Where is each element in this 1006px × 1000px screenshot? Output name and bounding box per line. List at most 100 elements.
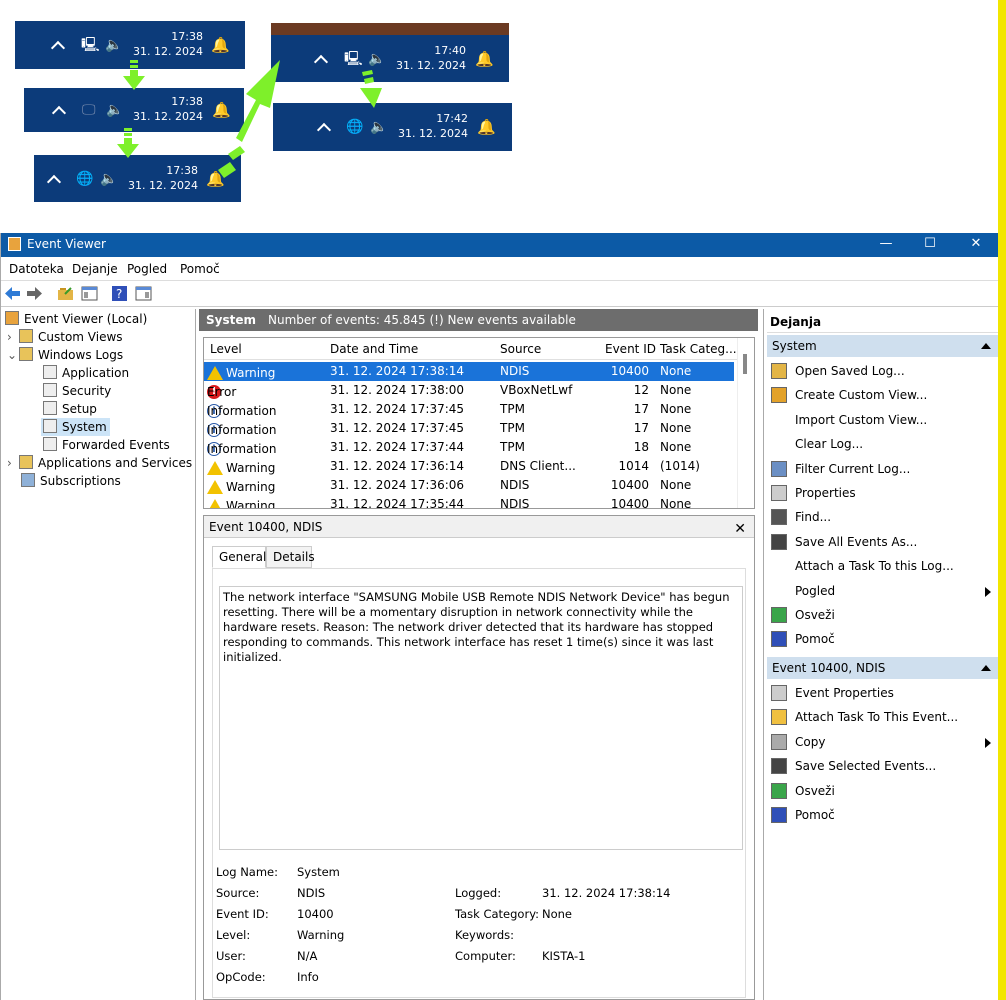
tree-applications-services[interactable]: › Applications and Services Lo xyxy=(7,454,195,472)
col-date[interactable]: Date and Time xyxy=(330,342,418,356)
event-row[interactable]: Warning 31. 12. 2024 17:36:14 DNS Client..… xyxy=(204,457,734,476)
action-item[interactable]: Properties xyxy=(767,481,999,505)
action-item[interactable]: Import Custom View... xyxy=(767,408,999,432)
action-item[interactable]: Save Selected Events... xyxy=(767,754,999,778)
minimize-button[interactable]: — xyxy=(863,233,909,257)
expand-chevron-icon[interactable]: › xyxy=(7,454,19,472)
value-logged: 31. 12. 2024 17:38:14 xyxy=(542,886,671,900)
col-event-id[interactable]: Event ID xyxy=(605,342,656,356)
action-item[interactable]: Attach a Task To this Log... xyxy=(767,554,999,578)
label-computer: Computer: xyxy=(455,949,516,963)
tree-log-security[interactable]: Security xyxy=(43,382,111,400)
menu-pomoc[interactable]: Pomoč xyxy=(180,262,220,276)
action-item[interactable]: Save All Events As... xyxy=(767,530,999,554)
arrow-3-dash1 xyxy=(218,162,236,178)
action-item[interactable]: Create Custom View... xyxy=(767,383,999,407)
col-level[interactable]: Level xyxy=(210,342,242,356)
cell-source: TPM xyxy=(500,440,525,454)
cell-task: None xyxy=(660,497,692,509)
tree-log-application[interactable]: Application xyxy=(43,364,129,382)
action-item[interactable]: Pogled xyxy=(767,579,999,603)
collapse-chevron-icon[interactable]: ⌄ xyxy=(7,346,19,364)
event-row[interactable]: i Information 31. 12. 2024 17:37:44 TPM 18 No… xyxy=(204,438,734,457)
section-label: Event 10400, NDIS xyxy=(772,661,886,675)
tree-custom-views[interactable]: › Custom Views xyxy=(7,328,123,346)
collapse-up-icon[interactable] xyxy=(981,343,991,349)
action-item[interactable]: Open Saved Log... xyxy=(767,359,999,383)
action-item[interactable]: Event Properties xyxy=(767,681,999,705)
actions-section-event[interactable]: Event 10400, NDIS xyxy=(767,657,999,679)
tree-windows-logs-label: Windows Logs xyxy=(38,348,124,362)
event-row[interactable]: Warning 31. 12. 2024 17:38:14 NDIS 10400 Non… xyxy=(204,362,734,381)
arrow-2-head xyxy=(117,144,139,158)
col-source[interactable]: Source xyxy=(500,342,541,356)
event-description[interactable]: The network interface "SAMSUNG Mobile US… xyxy=(219,586,743,850)
event-list[interactable]: Level Date and Time Source Event ID Task… xyxy=(203,337,755,509)
open-folder-icon[interactable] xyxy=(57,285,74,302)
arrow-2-stem xyxy=(124,128,132,131)
action-item[interactable]: Pomoč xyxy=(767,627,999,651)
value-log-name: System xyxy=(297,865,340,879)
event-list-scrollbar[interactable] xyxy=(737,338,754,508)
filter-icon xyxy=(771,460,787,477)
scroll-thumb[interactable] xyxy=(743,354,747,374)
tree-log-system[interactable]: System xyxy=(41,418,110,436)
forward-arrow-icon[interactable] xyxy=(26,285,43,302)
event-detail-pane: Event 10400, NDIS ✕ General Details The n… xyxy=(203,515,755,1000)
maximize-button[interactable]: ☐ xyxy=(907,233,953,257)
collapse-up-icon[interactable] xyxy=(981,665,991,671)
tree-log-label: Setup xyxy=(62,402,97,416)
action-label: Attach a Task To this Log... xyxy=(795,559,954,574)
arrow-2-stem3 xyxy=(124,138,132,144)
action-item[interactable]: Clear Log... xyxy=(767,432,999,456)
menu-datoteka[interactable]: Datoteka xyxy=(9,262,64,276)
value-task-category: None xyxy=(542,907,573,921)
show-hide-console-tree-icon[interactable] xyxy=(81,285,98,302)
expand-chevron-icon[interactable]: › xyxy=(7,328,19,346)
help-icon xyxy=(771,631,787,648)
menu-dejanje[interactable]: Dejanje xyxy=(72,262,118,276)
cell-date: 31. 12. 2024 17:38:14 xyxy=(330,364,465,378)
col-task[interactable]: Task Categ... xyxy=(660,342,737,356)
action-item[interactable]: Attach Task To This Event... xyxy=(767,705,999,729)
cell-level: Warning xyxy=(226,480,276,494)
warning-icon xyxy=(207,366,223,380)
tree-log-setup[interactable]: Setup xyxy=(43,400,97,418)
event-row[interactable]: i Information 31. 12. 2024 17:37:45 TPM 17 No… xyxy=(204,419,734,438)
tree-windows-logs[interactable]: ⌄ Windows Logs xyxy=(7,346,123,364)
event-row[interactable]: Warning 31. 12. 2024 17:35:44 NDIS 10400 Non… xyxy=(204,495,734,509)
close-detail-icon[interactable]: ✕ xyxy=(734,518,746,540)
cell-date: 31. 12. 2024 17:35:44 xyxy=(330,497,465,509)
title-bar[interactable]: Event Viewer — ☐ ✕ xyxy=(1,233,999,257)
action-label: Create Custom View... xyxy=(795,388,928,403)
tree-root[interactable]: Event Viewer (Local) xyxy=(5,310,147,328)
cell-level: Warning xyxy=(226,461,276,475)
help-icon[interactable]: ? xyxy=(111,285,128,302)
cell-event-id: 10400 xyxy=(610,497,649,509)
folder-icon xyxy=(19,347,33,361)
log-icon xyxy=(43,419,57,433)
close-button[interactable]: ✕ xyxy=(953,233,999,257)
event-row[interactable]: ! Error 31. 12. 2024 17:38:00 VBoxNetLwf 12 N… xyxy=(204,381,734,400)
action-item[interactable]: Find... xyxy=(767,505,999,529)
back-arrow-icon[interactable] xyxy=(4,285,21,302)
action-label: Pogled xyxy=(795,583,836,598)
tree-subscriptions[interactable]: Subscriptions xyxy=(21,472,121,490)
tab-details[interactable]: Details xyxy=(266,546,315,568)
cell-level: Information xyxy=(207,423,277,437)
action-item[interactable]: Filter Current Log... xyxy=(767,457,999,481)
cell-date: 31. 12. 2024 17:37:44 xyxy=(330,440,465,454)
tab-general[interactable]: General xyxy=(212,546,266,568)
action-item[interactable]: Pomoč xyxy=(767,803,999,827)
event-properties-icon xyxy=(771,685,787,701)
action-item[interactable]: Copy xyxy=(767,730,999,754)
show-hide-action-pane-icon[interactable] xyxy=(135,285,152,302)
menu-pogled[interactable]: Pogled xyxy=(127,262,167,276)
cell-task: None xyxy=(660,402,692,416)
event-row[interactable]: i Information 31. 12. 2024 17:37:45 TPM 17 No… xyxy=(204,400,734,419)
tree-log-forwarded[interactable]: Forwarded Events xyxy=(43,436,170,454)
event-row[interactable]: Warning 31. 12. 2024 17:36:06 NDIS 10400 Non… xyxy=(204,476,734,495)
action-item[interactable]: Osveži xyxy=(767,779,999,803)
actions-section-system[interactable]: System xyxy=(767,335,999,357)
action-item[interactable]: Osveži xyxy=(767,603,999,627)
